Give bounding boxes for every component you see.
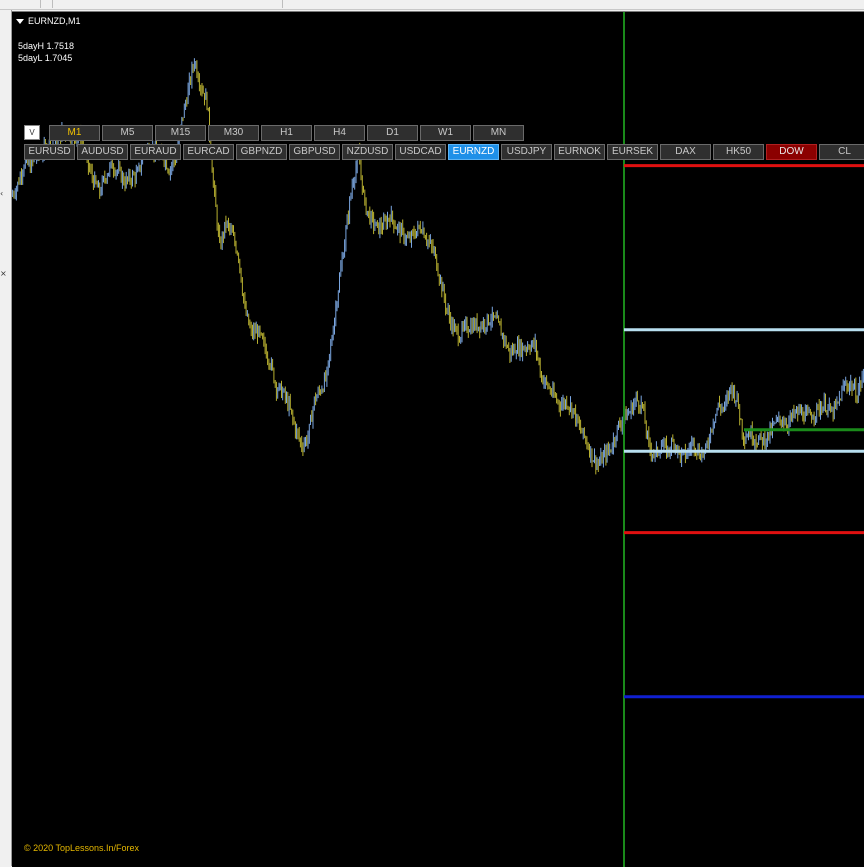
timeframe-button-m1[interactable]: M1: [49, 125, 100, 141]
symbol-button-eurcad[interactable]: EURCAD: [183, 144, 234, 160]
timeframe-button-m5[interactable]: M5: [102, 125, 153, 141]
five-day-low: 5dayL 1.7045: [18, 53, 73, 63]
chart-title-row: EURNZD,M1: [16, 15, 81, 27]
chart-title: EURNZD,M1: [28, 16, 81, 26]
symbol-button-eurnok[interactable]: EURNOK: [554, 144, 605, 160]
symbol-button-eurnzd[interactable]: EURNZD: [448, 144, 499, 160]
symbol-button-cl[interactable]: CL: [819, 144, 864, 160]
symbol-button-euraud[interactable]: EURAUD: [130, 144, 181, 160]
top-toolbar-strip: [0, 0, 864, 10]
timeframe-button-mn[interactable]: MN: [473, 125, 524, 141]
left-panel-strip: ‹ ×: [0, 10, 12, 866]
five-day-high: 5dayH 1.7518: [18, 41, 75, 51]
collapse-icon[interactable]: ‹: [0, 190, 3, 198]
chart-area[interactable]: EURNZD,M1 5dayH 1.7518 5dayL 1.7045 V M1 M…: [12, 11, 864, 867]
symbol-button-dax[interactable]: DAX: [660, 144, 711, 160]
symbol-button-usdcad[interactable]: USDCAD: [395, 144, 446, 160]
price-series: [12, 58, 864, 475]
timeframe-button-m15[interactable]: M15: [155, 125, 206, 141]
timeframe-button-m30[interactable]: M30: [208, 125, 259, 141]
symbol-button-eurusd[interactable]: EURUSD: [24, 144, 75, 160]
expand-icon[interactable]: ×: [0, 270, 7, 278]
symbol-button-eursek[interactable]: EURSEK: [607, 144, 658, 160]
timeframe-button-d1[interactable]: D1: [367, 125, 418, 141]
timeframe-button-h1[interactable]: H1: [261, 125, 312, 141]
symbol-button-hk50[interactable]: HK50: [713, 144, 764, 160]
timeframe-button-h4[interactable]: H4: [314, 125, 365, 141]
symbol-button-gbpnzd[interactable]: GBPNZD: [236, 144, 287, 160]
toggle-button[interactable]: V: [24, 125, 40, 140]
symbol-button-audusd[interactable]: AUDUSD: [77, 144, 128, 160]
symbol-button-nzdusd[interactable]: NZDUSD: [342, 144, 393, 160]
copyright-text: © 2020 TopLessons.In/Forex: [24, 843, 140, 853]
symbol-button-gbpusd[interactable]: GBPUSD: [289, 144, 340, 160]
symbol-button-dow[interactable]: DOW: [766, 144, 817, 160]
symbol-button-usdjpy[interactable]: USDJPY: [501, 144, 552, 160]
dropdown-triangle-icon[interactable]: [16, 18, 24, 24]
terminal-window: ‹ × EURNZD,M1 5dayH 1.7518 5dayL 1.7045 …: [0, 0, 864, 867]
timeframe-button-w1[interactable]: W1: [420, 125, 471, 141]
